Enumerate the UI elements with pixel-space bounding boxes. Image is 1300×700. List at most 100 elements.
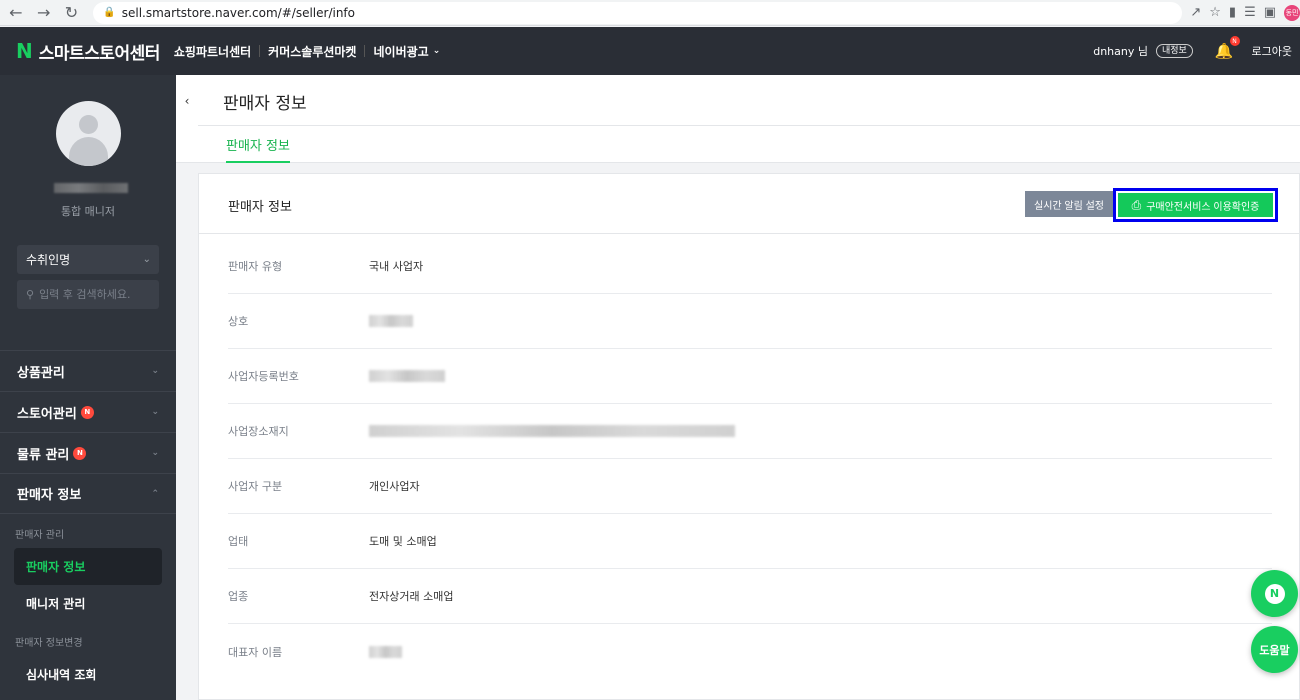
content-header: 판매자 정보	[198, 75, 1300, 126]
chevron-down-icon: ⌄	[142, 254, 151, 265]
table-row: 업종 전자상거래 소매업	[228, 569, 1272, 624]
share-icon[interactable]: ↗	[1190, 5, 1201, 20]
table-row: 대표자 이름	[228, 624, 1272, 679]
row-label: 사업장소재지	[228, 425, 289, 438]
row-label: 업태	[228, 535, 249, 548]
menu-item-products[interactable]: 상품관리 ⌄	[0, 350, 176, 391]
blurred-value	[369, 645, 402, 658]
table-row: 사업장소재지	[228, 404, 1272, 459]
blurred-value	[369, 370, 445, 382]
forward-arrow-icon[interactable]: →	[32, 2, 56, 24]
tab-seller-info[interactable]: 판매자 정보	[226, 135, 290, 163]
row-label: 상호	[228, 315, 249, 328]
chevron-down-icon[interactable]: ⌄	[433, 46, 441, 56]
table-row: 사업자 구분 개인사업자	[228, 459, 1272, 514]
help-button[interactable]: 도움말	[1251, 626, 1298, 673]
blurred-value	[369, 315, 413, 327]
submenu-item-seller-info[interactable]: 판매자 정보	[14, 548, 162, 585]
new-badge: N	[73, 446, 87, 460]
menu-item-store[interactable]: 스토어관리 N ⌄	[0, 391, 176, 432]
profile-avatar[interactable]: 동민	[1284, 4, 1300, 21]
menu-item-logistics[interactable]: 물류 관리 N ⌄	[0, 432, 176, 473]
store-select[interactable]: 수취인명 ⌄	[17, 245, 159, 274]
logout-link[interactable]: 로그아웃	[1252, 43, 1292, 59]
extensions-icon[interactable]: ▮	[1229, 5, 1236, 20]
nav-shopping-partner[interactable]: 쇼핑파트너센터	[174, 43, 251, 60]
star-icon[interactable]: ☆	[1209, 5, 1221, 20]
row-label: 업종	[228, 590, 249, 603]
back-arrow-icon[interactable]: ←	[4, 2, 28, 24]
nav-divider	[259, 45, 261, 57]
nav-divider	[364, 45, 366, 57]
user-role: 통합 매니저	[60, 205, 116, 218]
submenu-item-manager[interactable]: 매니저 관리	[14, 585, 162, 622]
menu-label: 물류 관리	[17, 447, 70, 463]
naver-n-icon: N	[1264, 583, 1285, 604]
chevron-down-icon: ⌄	[151, 448, 159, 458]
side-menu: 상품관리 ⌄ 스토어관리 N ⌄ 물류 관리 N ⌄ 판매자 정보 ⌃ 판매자 …	[0, 350, 176, 693]
app-header: N 스마트스토어센터 쇼핑파트너센터 커머스솔루션마켓 네이버광고 ⌄ dnha…	[0, 27, 1300, 75]
store-select-value: 수취인명	[26, 253, 71, 267]
url-text: sell.smartstore.naver.com/#/seller/info	[121, 5, 355, 20]
row-label: 사업자등록번호	[228, 370, 299, 383]
user-name: dnhany 님	[1093, 45, 1148, 58]
new-badge: N	[80, 405, 94, 419]
panel-header: 판매자 정보 실시간 알림 설정 ⎙ 구매안전서비스 이용확인증	[199, 174, 1300, 234]
search-icon: ⚲	[26, 288, 35, 301]
seller-info-panel: 판매자 정보 실시간 알림 설정 ⎙ 구매안전서비스 이용확인증 판매자 유형 …	[198, 173, 1300, 700]
logo-text: 스마트스토어센터	[38, 43, 161, 64]
printer-icon: ⎙	[1131, 197, 1142, 212]
info-table: 판매자 유형 국내 사업자 상호 사업자등록번호 사업장소재지 사업자 구분 개…	[228, 239, 1272, 679]
search-input[interactable]	[39, 288, 150, 301]
cert-button-label: 구매안전서비스 이용확인증	[1146, 201, 1260, 213]
menu-label: 상품관리	[17, 365, 65, 381]
page-title: 판매자 정보	[223, 94, 307, 114]
blurred-user-name	[54, 183, 128, 193]
chevron-down-icon: ⌄	[151, 407, 159, 417]
purchase-safety-cert-button[interactable]: ⎙ 구매안전서비스 이용확인증	[1118, 193, 1273, 217]
logo[interactable]: N 스마트스토어센터	[16, 39, 160, 64]
nav-commerce-market[interactable]: 커머스솔루션마켓	[268, 43, 356, 60]
menu-label: 스토어관리	[17, 406, 77, 422]
row-label: 대표자 이름	[228, 645, 283, 659]
naver-n-icon: N	[16, 39, 33, 63]
chevron-down-icon: ⌄	[151, 366, 159, 376]
menu-label: 판매자 정보	[17, 488, 82, 503]
blurred-value	[369, 425, 735, 437]
lock-icon: 🔒	[103, 7, 116, 18]
sidepanel-icon[interactable]: ▣	[1264, 5, 1276, 20]
row-value: 전자상거래 소매업	[369, 590, 454, 603]
highlight-frame: ⎙ 구매안전서비스 이용확인증	[1113, 188, 1278, 222]
menu-item-seller-info[interactable]: 판매자 정보 ⌃	[0, 473, 176, 514]
panel-title: 판매자 정보	[228, 200, 292, 215]
realtime-alert-button[interactable]: 실시간 알림 설정	[1025, 191, 1113, 217]
address-bar[interactable]: 🔒 sell.smartstore.naver.com/#/seller/inf…	[93, 1, 1183, 24]
search-box: ⚲	[17, 280, 159, 309]
table-row: 업태 도매 및 소매업	[228, 514, 1272, 569]
tab-bar: 판매자 정보	[176, 126, 1300, 163]
row-value: 개인사업자	[369, 480, 420, 493]
media-icon[interactable]: ☰	[1244, 5, 1256, 20]
table-row: 사업자등록번호	[228, 349, 1272, 404]
chevron-up-icon: ⌃	[151, 488, 159, 499]
collapse-sidebar-chevron-icon[interactable]: ‹	[176, 75, 198, 127]
table-row: 상호	[228, 294, 1272, 349]
browser-toolbar: ← → ↻ 🔒 sell.smartstore.naver.com/#/sell…	[0, 0, 1300, 26]
table-row: 판매자 유형 국내 사업자	[228, 239, 1272, 294]
row-value: 도매 및 소매업	[369, 535, 437, 548]
reload-icon[interactable]: ↻	[60, 2, 84, 24]
sidebar: 통합 매니저 수취인명 ⌄ ⚲ 상품관리 ⌄ 스토어관리 N ⌄ 물류 관리 N…	[0, 75, 176, 700]
naver-talk-button[interactable]: N	[1251, 570, 1298, 617]
notification-badge: N	[1229, 36, 1240, 46]
nav-naver-ads[interactable]: 네이버광고	[373, 43, 428, 60]
top-nav: 쇼핑파트너센터 커머스솔루션마켓 네이버광고 ⌄	[174, 43, 440, 60]
submenu-heading: 판매자 관리	[15, 530, 65, 541]
submenu-heading: 판매자 정보변경	[15, 638, 83, 649]
row-label: 판매자 유형	[228, 260, 283, 273]
submenu-item-review-history[interactable]: 심사내역 조회	[14, 656, 162, 693]
row-value: 국내 사업자	[369, 260, 424, 273]
avatar	[56, 101, 121, 166]
bell-icon[interactable]: 🔔 N	[1215, 36, 1240, 60]
row-label: 사업자 구분	[228, 480, 283, 493]
my-info-button[interactable]: 내정보	[1155, 44, 1193, 58]
